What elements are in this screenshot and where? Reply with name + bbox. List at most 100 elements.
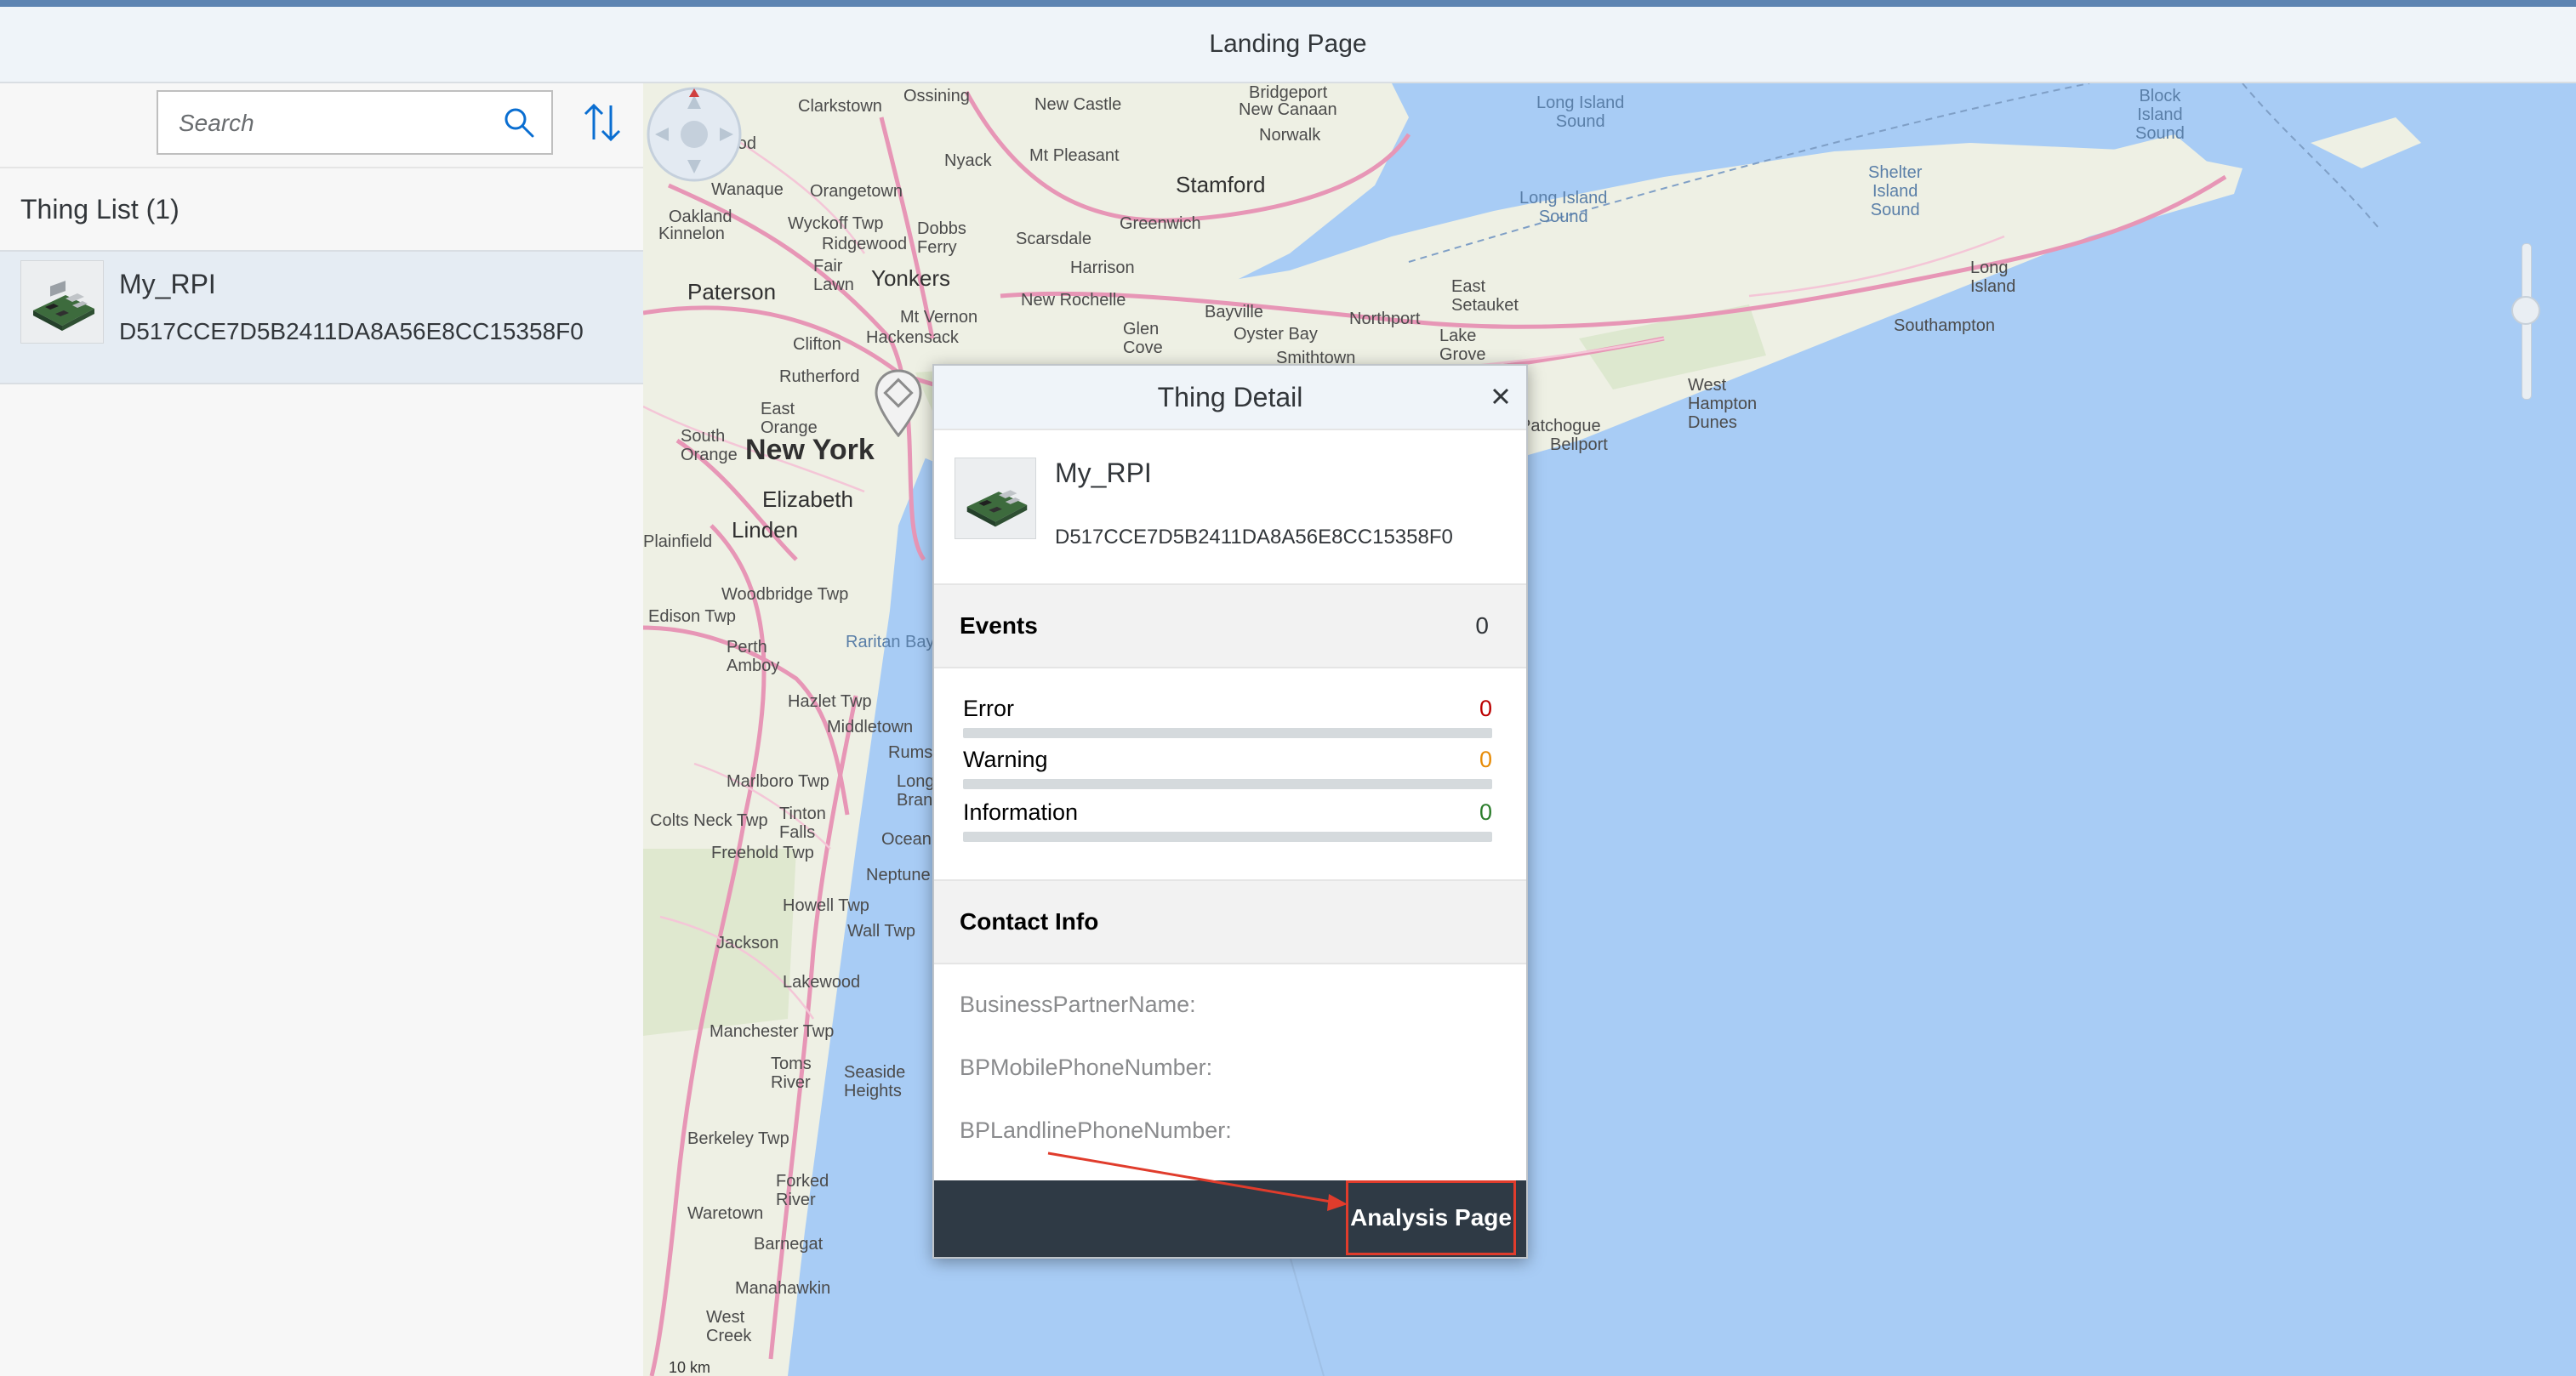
event-row-warning: Warning 0 — [963, 747, 1492, 798]
map-pin-icon[interactable] — [875, 369, 922, 437]
list-item-id: D517CCE7D5B2411DA8A56E8CC15358F0 — [119, 318, 584, 344]
map-label-plainfield: Plainfield — [643, 532, 713, 551]
map-label-mt-pleasant: Mt Pleasant — [1029, 146, 1120, 165]
map-label-long-island-sound-2: Long Island Sound — [1519, 189, 1608, 226]
map-label-new-york: New York — [745, 434, 875, 466]
master-pane: Thing List (1) My_RPI D517CCE7D5B2411DA8… — [0, 83, 645, 1376]
map-label-ridgewood: Ridgewood — [822, 235, 908, 253]
map-label-yonkers: Yonkers — [871, 265, 950, 291]
map-label-tinton-falls: Tinton Falls — [779, 805, 826, 842]
map-label-edison-twp: Edison Twp — [648, 607, 737, 626]
map-label-patchogue: Patchogue — [1519, 417, 1601, 435]
map-label-bellport: Bellport — [1550, 435, 1608, 454]
map-label-kinnelon: Kinnelon — [658, 225, 725, 243]
map-label-neptune: Neptune — [866, 866, 931, 884]
thing-list-title: Thing List (1) — [20, 193, 180, 225]
map-label-perth-amboy: Perth Amboy — [727, 638, 780, 675]
search-icon[interactable] — [502, 105, 536, 139]
map-label-norwalk: Norwalk — [1259, 126, 1321, 145]
map-label-raritan-bay: Raritan Bay — [846, 633, 935, 651]
event-value: 0 — [1479, 799, 1492, 825]
map-label-new-canaan: New Canaan — [1239, 100, 1337, 119]
map-label-toms-river: Toms River — [771, 1055, 812, 1092]
popover-thing-name: My_RPI — [1055, 458, 1152, 488]
map-label-hazlet-twp: Hazlet Twp — [788, 692, 872, 711]
popover-title: Thing Detail — [1157, 381, 1303, 412]
map-label-nyack: Nyack — [944, 151, 992, 170]
map-label-elizabeth: Elizabeth — [762, 486, 853, 512]
search-input[interactable] — [158, 92, 504, 155]
close-icon[interactable] — [1487, 383, 1514, 410]
map-label-wall-twp: Wall Twp — [847, 922, 916, 941]
map-scale: 10 km — [669, 1359, 711, 1376]
map-label-manchester-twp: Manchester Twp — [710, 1022, 835, 1041]
event-bar — [963, 779, 1492, 789]
analysis-page-button[interactable]: Analysis Page — [1346, 1180, 1516, 1255]
map-label-howell-twp: Howell Twp — [783, 896, 869, 915]
map-label-seaside-heights: Seaside Heights — [844, 1063, 906, 1100]
map-label-northport: Northport — [1349, 310, 1421, 328]
map-label-ossining: Ossining — [903, 87, 970, 105]
map-label-jackson: Jackson — [716, 934, 779, 952]
device-thumbnail — [20, 260, 104, 344]
map-label-long-island-sound-1: Long Island Sound — [1536, 94, 1625, 131]
map-label-clifton: Clifton — [793, 335, 841, 354]
map-label-manahawkin: Manahawkin — [735, 1279, 831, 1298]
map-label-fair-lawn: Fair Lawn — [813, 257, 854, 294]
map-label-new-rochelle: New Rochelle — [1021, 291, 1126, 310]
list-item[interactable]: My_RPI D517CCE7D5B2411DA8A56E8CC15358F0 — [0, 250, 643, 384]
event-row-error: Error 0 — [963, 696, 1492, 747]
contact-section-header[interactable]: Contact Info — [934, 879, 1526, 964]
map-label-east-orange: East Orange — [761, 400, 818, 437]
map-label-stamford: Stamford — [1176, 172, 1266, 197]
map-pan-control[interactable] — [643, 83, 745, 185]
events-count: 0 — [1475, 612, 1489, 639]
popover-device-thumbnail — [955, 458, 1036, 539]
map-label-harrison: Harrison — [1070, 259, 1135, 277]
map-label-mt-vernon: Mt Vernon — [900, 308, 978, 327]
map-label-woodbridge-twp: Woodbridge Twp — [721, 585, 849, 604]
events-section-header[interactable]: Events 0 — [934, 583, 1526, 668]
map-label-southampton: Southampton — [1894, 316, 1995, 335]
map-label-barnegat: Barnegat — [754, 1235, 824, 1254]
map-label-orangetown: Orangetown — [810, 182, 903, 201]
map-label-berkeley-twp: Berkeley Twp — [687, 1129, 789, 1148]
map-label-ocean: Ocean — [881, 830, 932, 849]
map-label-west-creek: West Creek — [706, 1308, 752, 1345]
map-label-hackensack: Hackensack — [866, 328, 959, 347]
map-label-oyster-bay: Oyster Bay — [1234, 325, 1318, 344]
list-item-name: My_RPI — [119, 269, 216, 299]
event-value: 0 — [1479, 747, 1492, 772]
map-label-waretown: Waretown — [687, 1204, 764, 1223]
sort-icon[interactable] — [580, 100, 624, 145]
map-label-marlboro-twp: Marlboro Twp — [727, 772, 829, 791]
events-title: Events — [960, 612, 1038, 639]
business-partner-name-label: BusinessPartnerName: — [960, 992, 1196, 1017]
shell-bar: Landing Page — [0, 7, 2576, 83]
map-label-lake-grove: Lake Grove — [1439, 327, 1486, 364]
zoom-slider-handle[interactable] — [2511, 296, 2540, 325]
map-label-linden: Linden — [732, 517, 799, 543]
event-value: 0 — [1479, 696, 1492, 721]
map-label-shelter-island-sound: Shelter Island Sound — [1868, 163, 1923, 219]
event-label: Information — [963, 799, 1079, 825]
map-label-wyckoff-twp: Wyckoff Twp — [788, 214, 884, 233]
map-label-freehold-twp: Freehold Twp — [711, 844, 814, 862]
map-label-bridgeport: Bridgeport — [1249, 83, 1328, 102]
map-label-forked-river: Forked River — [776, 1172, 829, 1209]
map-label-middletown: Middletown — [827, 718, 914, 736]
map-label-bayville: Bayville — [1205, 303, 1263, 321]
map-label-colts-neck-twp: Colts Neck Twp — [650, 811, 768, 830]
map-label-paterson: Paterson — [687, 279, 777, 304]
map-label-clarkstown: Clarkstown — [798, 97, 882, 116]
search-field[interactable] — [157, 90, 553, 155]
event-bar — [963, 832, 1492, 842]
popover-header: Thing Detail — [934, 366, 1526, 430]
shell-accent-line — [0, 0, 2576, 7]
bp-landline-phone-label: BPLandlinePhoneNumber: — [960, 1117, 1232, 1143]
event-bar — [963, 728, 1492, 738]
raspberry-pi-board-icon — [33, 281, 94, 331]
page-title: Landing Page — [1209, 30, 1367, 58]
raspberry-pi-board-icon — [966, 490, 1028, 527]
map-label-scarsdale: Scarsdale — [1016, 230, 1091, 248]
